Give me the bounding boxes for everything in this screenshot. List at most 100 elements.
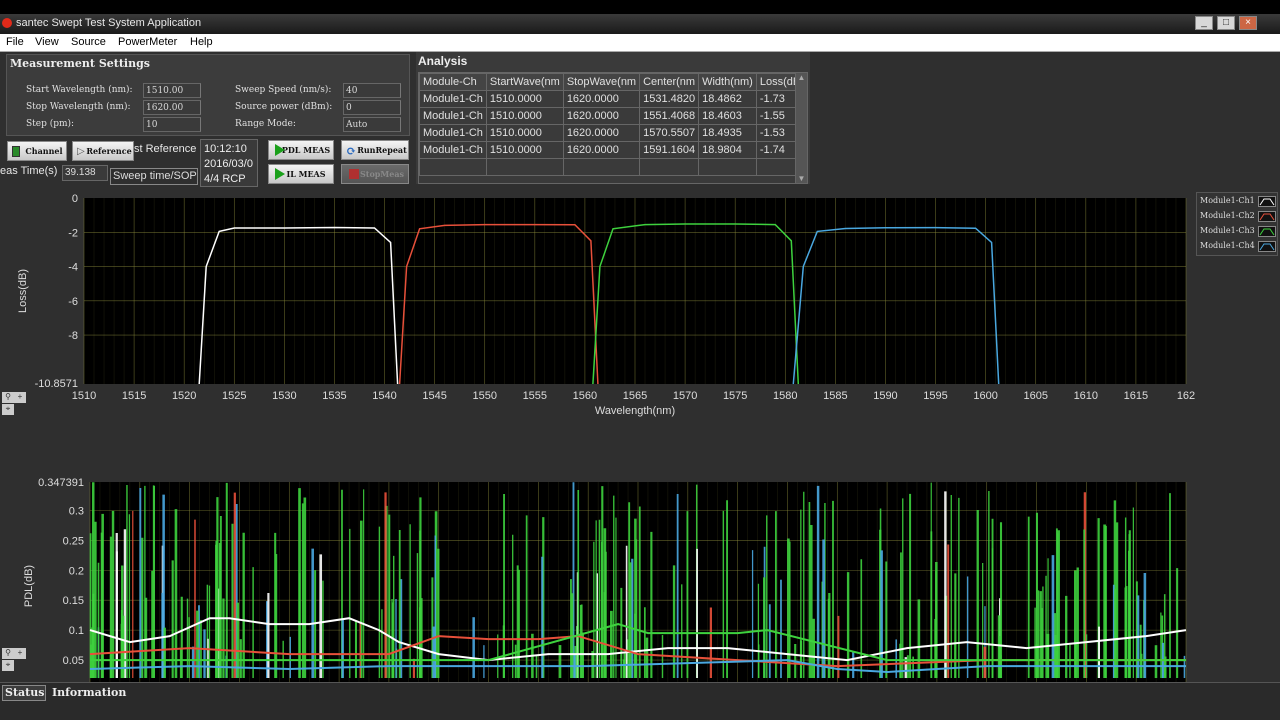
x-tick-label: 1510 bbox=[72, 390, 96, 402]
reference-button[interactable]: ▷ Reference bbox=[72, 141, 134, 161]
y-max-label: 0.347391 bbox=[38, 477, 84, 489]
il-meas-label: IL MEAS bbox=[286, 169, 326, 179]
menu-bar: File View Source PowerMeter Help bbox=[0, 34, 1280, 52]
table-cell: 1620.0000 bbox=[562, 90, 641, 108]
sweep-speed-label: Sweep Speed (nm/s): bbox=[235, 85, 332, 95]
step-field[interactable]: 10 bbox=[143, 117, 201, 132]
x-tick-label: 1565 bbox=[623, 390, 647, 402]
table-row[interactable]: Module1-Ch 1510.0000 1620.0000 1551.4068 18.… bbox=[419, 107, 807, 125]
legend-item[interactable]: Module1-Ch4 bbox=[1200, 241, 1276, 254]
analysis-col-header[interactable]: Module-Ch bbox=[419, 73, 487, 91]
table-row[interactable]: Module1-Ch 1510.0000 1620.0000 1591.1604 18.… bbox=[419, 141, 807, 159]
y-tick-label: 0.25 bbox=[63, 535, 84, 547]
y-min-label: -10.8571 bbox=[35, 378, 78, 390]
sweep-speed-field[interactable]: 40 bbox=[343, 83, 401, 98]
table-cell: Module1-Ch bbox=[419, 124, 487, 142]
analysis-table-container: Module-Ch StartWave(nm StopWave(nm Center(n… bbox=[418, 72, 808, 184]
x-tick-label: 1600 bbox=[973, 390, 997, 402]
x-tick-label: 1520 bbox=[172, 390, 196, 402]
table-cell: 1620.0000 bbox=[562, 107, 641, 125]
information-tab[interactable]: Information bbox=[52, 686, 126, 699]
zoom-icon[interactable]: ⚲ bbox=[2, 392, 14, 403]
table-row[interactable]: Module1-Ch 1510.0000 1620.0000 1570.5507 18.… bbox=[419, 124, 807, 142]
channel-button[interactable]: Channel bbox=[7, 141, 67, 161]
menu-powermeter[interactable]: PowerMeter bbox=[118, 36, 177, 48]
table-cell: 18.4603 bbox=[698, 107, 757, 125]
channel-icon bbox=[12, 146, 20, 157]
start-wavelength-field[interactable]: 1510.00 bbox=[143, 83, 201, 98]
table-cell: 1510.0000 bbox=[485, 124, 564, 142]
measurement-settings-title: Measurement Settings bbox=[10, 57, 150, 70]
analysis-col-header[interactable]: StartWave(nm bbox=[485, 73, 564, 91]
sweep-time-label: Sweep time/SOP bbox=[110, 168, 198, 185]
pan-icon[interactable]: + bbox=[14, 648, 26, 659]
status-bar: Status Information bbox=[0, 682, 1280, 720]
menu-help[interactable]: Help bbox=[190, 36, 213, 48]
x-tick-label: 1590 bbox=[873, 390, 897, 402]
y-tick-label: -8 bbox=[68, 330, 78, 342]
range-mode-select[interactable]: Auto bbox=[343, 117, 401, 132]
x-tick-label: 1525 bbox=[222, 390, 246, 402]
cursor-icon[interactable]: ⌖ bbox=[2, 660, 14, 671]
stop-meas-button[interactable]: StopMeas bbox=[341, 164, 409, 184]
menu-view[interactable]: View bbox=[35, 36, 59, 48]
legend-item[interactable]: Module1-Ch3 bbox=[1200, 226, 1276, 239]
pdl-meas-button[interactable]: PDL MEAS bbox=[268, 140, 334, 160]
reference-button-label: Reference bbox=[86, 146, 132, 156]
table-row[interactable]: Module1-Ch 1510.0000 1620.0000 1531.4820 18.… bbox=[419, 90, 807, 108]
window-title: santec Swept Test System Application bbox=[16, 17, 202, 29]
status-tab[interactable]: Status bbox=[2, 685, 46, 701]
x-tick-label: 1585 bbox=[823, 390, 847, 402]
scroll-down-icon[interactable]: ▼ bbox=[796, 174, 807, 183]
source-power-label: Source power (dBm): bbox=[235, 102, 333, 112]
pan-icon[interactable]: + bbox=[14, 392, 26, 403]
source-power-field[interactable]: 0 bbox=[343, 100, 401, 115]
table-cell bbox=[562, 158, 641, 176]
y-tick-label: -2 bbox=[68, 227, 78, 239]
x-tick-label: 1545 bbox=[422, 390, 446, 402]
rcp-value: 4/4 RCP bbox=[204, 173, 246, 185]
run-repeat-button[interactable]: ⟳ RunRepeat bbox=[341, 140, 409, 160]
cursor-icon[interactable]: ⌖ bbox=[2, 404, 14, 415]
pdl-meas-label: PDL MEAS bbox=[281, 145, 331, 155]
legend-item[interactable]: Module1-Ch2 bbox=[1200, 211, 1276, 224]
meas-time-label: eas Time(s) bbox=[0, 165, 58, 177]
table-cell: 1510.0000 bbox=[485, 107, 564, 125]
table-cell: Module1-Ch bbox=[419, 90, 487, 108]
analysis-col-header[interactable]: StopWave(nm bbox=[562, 73, 641, 91]
legend-item[interactable]: Module1-Ch1 bbox=[1200, 196, 1276, 209]
scroll-up-icon[interactable]: ▲ bbox=[796, 73, 807, 82]
legend-swatch-icon bbox=[1258, 226, 1276, 237]
maximize-button[interactable]: □ bbox=[1217, 16, 1235, 30]
analysis-title: Analysis bbox=[418, 54, 468, 68]
y-tick-label: 0.2 bbox=[69, 565, 84, 577]
x-tick-label: 1535 bbox=[322, 390, 346, 402]
menu-file[interactable]: File bbox=[6, 36, 24, 48]
y-tick-label: 0.1 bbox=[69, 625, 84, 637]
y-tick-label: -4 bbox=[68, 262, 78, 274]
table-cell bbox=[419, 158, 487, 176]
table-cell: Module1-Ch bbox=[419, 141, 487, 159]
x-tick-label: 1570 bbox=[673, 390, 697, 402]
close-button[interactable]: × bbox=[1239, 16, 1257, 30]
zoom-icon[interactable]: ⚲ bbox=[2, 648, 14, 659]
y-tick-label: 0.3 bbox=[69, 505, 84, 517]
app-icon bbox=[2, 18, 12, 28]
stop-wavelength-field[interactable]: 1620.00 bbox=[143, 100, 201, 115]
analysis-col-header[interactable]: Center(nm bbox=[639, 73, 700, 91]
analysis-col-header[interactable]: Width(nm) bbox=[698, 73, 757, 91]
timestamp-box: 10:12:10 2016/03/0 4/4 RCP bbox=[200, 139, 258, 187]
x-tick-label: 1540 bbox=[372, 390, 396, 402]
legend-label: Module1-Ch3 bbox=[1200, 226, 1255, 235]
analysis-scrollbar[interactable]: ▲ ▼ bbox=[795, 73, 807, 183]
x-tick-label: 162 bbox=[1177, 390, 1195, 402]
table-cell: 18.9804 bbox=[698, 141, 757, 159]
il-meas-button[interactable]: IL MEAS bbox=[268, 164, 334, 184]
x-tick-label: 1605 bbox=[1023, 390, 1047, 402]
pdl-chart: 1510151515201525153015351540154515501555… bbox=[23, 477, 1195, 720]
menu-source[interactable]: Source bbox=[71, 36, 106, 48]
analysis-panel: Analysis Module-Ch StartWave(nm StopWave(n… bbox=[416, 52, 810, 184]
minimize-button[interactable]: _ bbox=[1195, 16, 1213, 30]
x-tick-label: 1595 bbox=[923, 390, 947, 402]
stop-wavelength-label: Stop Wavelength (nm): bbox=[26, 102, 131, 112]
